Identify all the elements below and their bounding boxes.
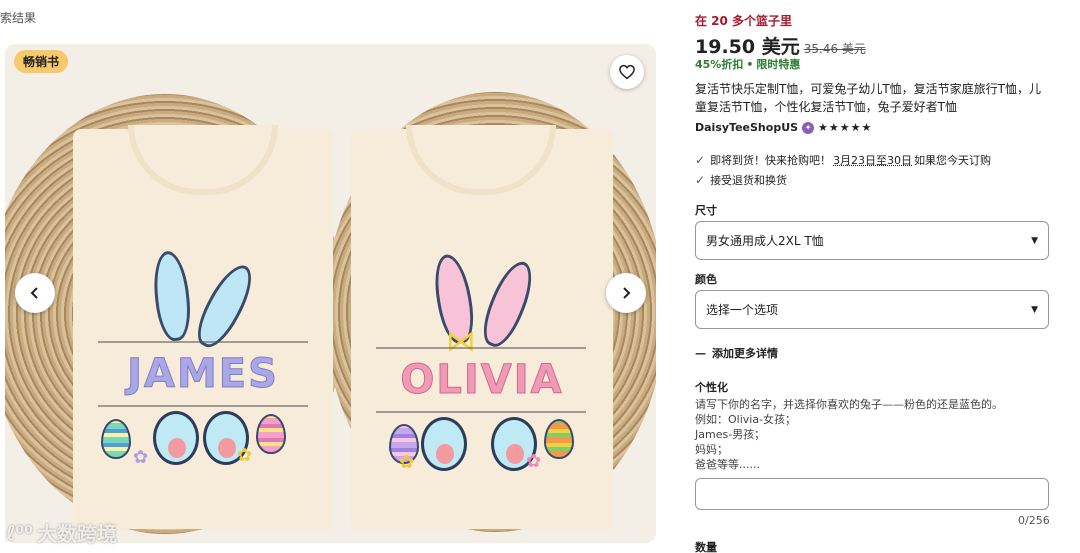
shirt-collar	[406, 125, 556, 195]
bunny-ear-right	[188, 258, 262, 354]
personalization-instructions: 请写下你的名字，并选择你喜欢的兔子——粉色的还是蓝色的。 例如：Olivia-女…	[695, 397, 1055, 472]
product-title: 复活节快乐定制T恤，可爱兔子幼儿T恤，复活节家庭旅行T恤，儿童复活节T恤，个性化…	[695, 82, 1041, 114]
star-seller-icon: ✦	[802, 121, 815, 134]
size-label: 尺寸	[695, 204, 717, 217]
delivery-note: ✓ 即将到货！快来抢购吧！ 3月23日至30日 如果您今天订购	[695, 152, 991, 168]
next-image-button[interactable]	[606, 273, 646, 313]
returns-note: ✓ 接受退货和换货	[695, 172, 787, 188]
easter-egg	[544, 419, 574, 459]
separator-dot: •	[746, 58, 754, 71]
discount-line: 45%折扣 • 限时特惠	[695, 56, 800, 72]
shirt-name-james: JAMES	[127, 351, 279, 398]
shirt-james: JAMES ✿ ✿	[73, 125, 333, 529]
bestseller-badge: 畅销书	[14, 50, 69, 73]
instruction-line: 爸爸等等......	[695, 458, 760, 471]
shop-info: DaisyTeeShopUS ✦ ★★★★★	[695, 121, 872, 134]
personalization-textarea[interactable]	[695, 478, 1049, 510]
character-counter: 0/256	[1018, 514, 1050, 527]
bunny-ear-right	[475, 255, 541, 353]
color-select[interactable]: 选择一个选项 ▼	[695, 290, 1049, 329]
quantity-label: 数量	[695, 541, 717, 553]
heart-icon	[619, 64, 635, 80]
delivery-dates[interactable]: 3月23日至30日	[833, 152, 912, 168]
divider-line	[376, 411, 586, 413]
divider-line	[98, 341, 308, 343]
rating-stars[interactable]: ★★★★★	[818, 121, 872, 134]
bunny-paw	[421, 417, 467, 471]
flower-icon: ✿	[526, 451, 542, 472]
add-more-details-button[interactable]: — 添加更多详情	[695, 345, 778, 361]
instruction-line: 请写下你的名字，并选择你喜欢的兔子——粉色的还是蓝色的。	[695, 398, 1003, 411]
color-label: 颜色	[695, 273, 717, 286]
check-icon: ✓	[695, 153, 706, 167]
basket-count: 在 20 多个篮子里	[695, 14, 793, 28]
bow-icon: ⋈	[446, 324, 476, 359]
watermark-logo-icon: ℓ⁰⁰	[6, 520, 33, 545]
instruction-line: 例如：Olivia-女孩；	[695, 413, 797, 426]
breadcrumb[interactable]: 索结果	[0, 9, 36, 26]
chevron-right-icon	[623, 287, 631, 299]
watermark-text: 大数跨境	[36, 522, 117, 546]
instruction-line: James-男孩；	[695, 428, 766, 441]
size-select[interactable]: 男女通用成人2XL T恤 ▼	[695, 221, 1049, 260]
favorite-button[interactable]	[610, 55, 644, 89]
easter-egg	[256, 414, 286, 454]
color-selected-value: 选择一个选项	[706, 303, 779, 317]
price: 19.50 美元 35.46 美元	[695, 32, 866, 59]
flower-icon: ✿	[237, 445, 253, 466]
product-image-gallery[interactable]: JAMES ✿ ✿ ⋈ OLIVIA ✿ ✿	[5, 44, 656, 543]
size-selected-value: 男女通用成人2XL T恤	[706, 234, 824, 248]
deal-label: 限时特惠	[756, 58, 801, 71]
watermark: ℓ⁰⁰ 大数跨境	[6, 518, 117, 547]
returns-text: 接受退货和换货	[710, 174, 788, 187]
shirt-collar	[128, 125, 278, 195]
bunny-paw	[153, 411, 199, 465]
easter-egg	[101, 419, 131, 459]
flower-icon: ✿	[133, 447, 149, 468]
original-price: 35.46 美元	[803, 42, 866, 56]
delivery-suffix: 如果您今天订购	[914, 154, 992, 167]
shop-name-link[interactable]: DaisyTeeShopUS	[695, 121, 798, 134]
divider-line	[376, 347, 586, 349]
flower-icon: ✿	[399, 452, 415, 473]
check-icon: ✓	[695, 173, 706, 187]
delivery-prefix: 即将到货！快来抢购吧！	[710, 154, 832, 167]
minus-icon: —	[695, 346, 706, 360]
shirt-name-olivia: OLIVIA	[400, 357, 564, 404]
personalization-label: 个性化	[695, 381, 728, 394]
caret-down-icon: ▼	[1031, 235, 1038, 246]
caret-down-icon: ▼	[1031, 304, 1038, 315]
previous-image-button[interactable]	[15, 273, 55, 313]
discount-percent: 45%折扣	[695, 58, 744, 71]
current-price: 19.50 美元	[695, 36, 800, 58]
instruction-line: 妈妈；	[695, 443, 728, 456]
shirt-olivia: ⋈ OLIVIA ✿ ✿	[351, 125, 613, 529]
add-more-details-label: 添加更多详情	[712, 347, 778, 360]
chevron-left-icon	[30, 287, 38, 299]
divider-line	[98, 405, 308, 407]
bunny-ear-left	[150, 249, 194, 343]
